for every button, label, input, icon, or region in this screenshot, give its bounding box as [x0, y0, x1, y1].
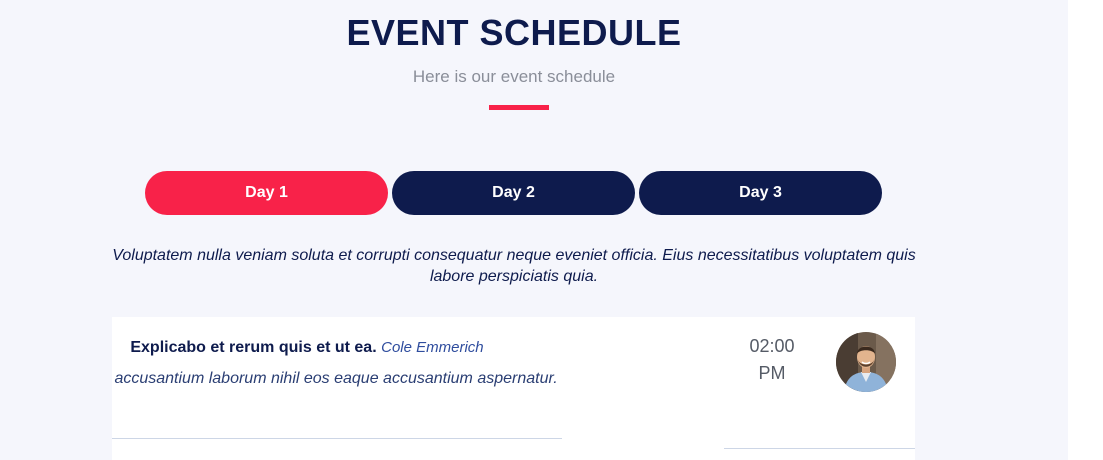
page: EVENT SCHEDULE Here is our event schedul… [0, 0, 1068, 460]
talk-time: 02:00 PM [749, 336, 795, 383]
speaker-name[interactable]: Cole Emmerich [381, 339, 484, 356]
tab-day-3[interactable]: Day 3 [639, 171, 882, 215]
talk-description: Veniam accusantium laborum nihil eos eaq… [112, 370, 558, 387]
talk-title: Explicabo et rerum quis et ut ea. [130, 339, 377, 356]
right-gutter [1068, 0, 1103, 460]
schedule-item: Explicabo et rerum quis et ut ea. Cole E… [112, 317, 915, 460]
tab-day-2[interactable]: Day 2 [392, 171, 635, 215]
row-divider [724, 448, 915, 449]
speaker-avatar[interactable] [836, 332, 896, 392]
tab-day-1[interactable]: Day 1 [145, 171, 388, 215]
page-title: EVENT SCHEDULE [346, 12, 682, 53]
day-description: Voluptatem nulla veniam soluta et corrup… [112, 247, 916, 285]
title-underline [489, 105, 549, 110]
schedule-item-details: Explicabo et rerum quis et ut ea. Cole E… [112, 339, 562, 439]
page-subtitle: Here is our event schedule [412, 67, 616, 86]
